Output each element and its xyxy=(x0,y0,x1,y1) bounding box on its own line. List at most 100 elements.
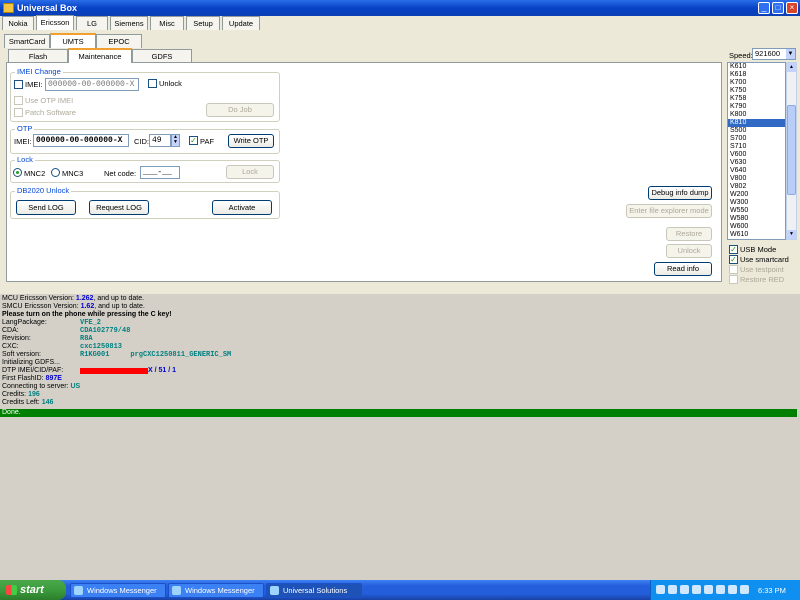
tray-icon[interactable] xyxy=(728,585,737,594)
tab-gdfs[interactable]: GDFS xyxy=(132,49,192,63)
tab-update[interactable]: Update xyxy=(222,16,260,30)
write-otp-button[interactable]: Write OTP xyxy=(228,134,274,148)
model-list-item[interactable]: W660 xyxy=(728,239,785,240)
mnc2-label: MNC2 xyxy=(24,169,46,178)
tab-lg[interactable]: LG xyxy=(76,16,108,30)
tab-maintenance[interactable]: Maintenance xyxy=(68,48,132,63)
model-list-item[interactable]: W300 xyxy=(728,199,785,207)
model-list-item[interactable]: W600 xyxy=(728,223,785,231)
model-list-item[interactable]: W550 xyxy=(728,207,785,215)
model-list-item[interactable]: K610 xyxy=(728,63,785,71)
model-list-item[interactable]: V630 xyxy=(728,159,785,167)
log-credits-left-line: Credits Left: 146 xyxy=(2,399,54,406)
otp-imei-field[interactable]: 000000-00-000000-X xyxy=(33,134,129,147)
messenger-icon xyxy=(74,586,83,595)
imei-change-input[interactable] xyxy=(45,78,139,91)
model-list-item[interactable]: K758 xyxy=(728,95,785,103)
model-list-item[interactable]: S500 xyxy=(728,127,785,135)
use-smartcard-label: Use smartcard xyxy=(740,255,789,264)
paf-checkbox[interactable]: ✓ xyxy=(189,136,198,145)
model-list-item[interactable]: K800 xyxy=(728,111,785,119)
tab-flash[interactable]: Flash xyxy=(8,49,68,63)
mnc2-radio[interactable] xyxy=(13,168,22,177)
log-otp-line: DTP IMEI/CID/PAF: X / 51 / 1 xyxy=(2,367,177,374)
log-row: Revision: R8A xyxy=(2,335,93,343)
tab-smartcard[interactable]: SmartCard xyxy=(4,34,50,48)
model-list-item[interactable]: V640 xyxy=(728,167,785,175)
send-log-button[interactable]: Send LOG xyxy=(16,200,76,215)
model-list-item[interactable]: K790 xyxy=(728,103,785,111)
file-explorer-button[interactable]: Enter file explorer mode xyxy=(626,204,712,218)
task-windows-messenger-1[interactable]: Windows Messenger xyxy=(70,583,166,598)
tray-icon[interactable] xyxy=(704,585,713,594)
tray-icon[interactable] xyxy=(692,585,701,594)
tab-siemens[interactable]: Siemens xyxy=(110,16,148,30)
tab-epoc[interactable]: EPOC xyxy=(96,34,142,48)
speed-label: Speed: xyxy=(729,51,753,60)
model-list-item[interactable]: V802 xyxy=(728,183,785,191)
net-code-label: Net code: xyxy=(104,169,137,178)
model-list-item[interactable]: S710 xyxy=(728,143,785,151)
scroll-down-icon[interactable]: ▼ xyxy=(787,230,796,239)
restore-red-checkbox[interactable] xyxy=(729,275,738,284)
scroll-up-icon[interactable]: ▲ xyxy=(787,63,796,72)
tray-icon[interactable] xyxy=(668,585,677,594)
model-list-item[interactable]: W580 xyxy=(728,215,785,223)
unlock-checkbox[interactable] xyxy=(148,79,157,88)
mnc3-radio[interactable] xyxy=(51,168,60,177)
model-list-item[interactable]: W200 xyxy=(728,191,785,199)
model-list-scrollbar[interactable]: ▲ ▼ xyxy=(786,62,797,240)
task-universal-solutions[interactable]: Universal Solutions xyxy=(266,583,362,598)
restore-button[interactable]: Restore xyxy=(666,227,712,241)
tab-ericsson[interactable]: Ericsson xyxy=(36,15,74,30)
window-title-bar[interactable]: Universal Box xyxy=(0,0,800,16)
speed-select[interactable]: 921600 ▼ xyxy=(752,48,796,60)
unlock-button[interactable]: Unlock xyxy=(666,244,712,258)
debug-info-dump-button[interactable]: Debug info dump xyxy=(648,186,712,200)
tray-icon[interactable] xyxy=(740,585,749,594)
chevron-down-icon[interactable]: ▼ xyxy=(786,49,795,59)
log-row: CDA: CDA102779/48 xyxy=(2,327,131,335)
log-panel[interactable]: MCU Ericsson Version: 1.262, and up to d… xyxy=(0,294,800,580)
log-row: CXC: cxc1250813 xyxy=(2,343,123,351)
tray-icon[interactable] xyxy=(716,585,725,594)
do-job-button[interactable]: Do Job xyxy=(206,103,274,117)
lock-button[interactable]: Lock xyxy=(226,165,274,179)
usb-mode-checkbox[interactable]: ✓ xyxy=(729,245,738,254)
scrollbar-thumb[interactable] xyxy=(787,105,796,195)
model-list-item[interactable]: K810 xyxy=(728,119,785,127)
task-windows-messenger-2[interactable]: Windows Messenger xyxy=(168,583,264,598)
cid-spinner-icon[interactable]: ▲ ▼ xyxy=(171,134,180,147)
net-code-field[interactable]: ___-__ xyxy=(140,166,180,179)
model-list-item[interactable]: W610 xyxy=(728,231,785,239)
model-list-item[interactable]: K700 xyxy=(728,79,785,87)
tray-icon[interactable] xyxy=(680,585,689,594)
credits-value: 196 xyxy=(28,391,40,398)
use-testpoint-checkbox[interactable] xyxy=(729,265,738,274)
tab-setup[interactable]: Setup xyxy=(186,16,220,30)
imei-label: IMEI: xyxy=(25,80,43,89)
model-list-item[interactable]: K618 xyxy=(728,71,785,79)
imei-change-checkbox[interactable] xyxy=(14,80,23,89)
cid-field[interactable]: 49 xyxy=(149,134,171,147)
tray-icon[interactable] xyxy=(656,585,665,594)
use-otp-imei-checkbox[interactable] xyxy=(14,96,23,105)
model-list-item[interactable]: V600 xyxy=(728,151,785,159)
tab-umts[interactable]: UMTS xyxy=(50,33,96,48)
model-list-item[interactable]: S700 xyxy=(728,135,785,143)
tab-misc[interactable]: Misc xyxy=(150,16,184,30)
read-info-button[interactable]: Read info xyxy=(654,262,712,276)
model-list-item[interactable]: V800 xyxy=(728,175,785,183)
log-smcu-line: SMCU Ericsson Version: 1.62, and up to d… xyxy=(2,303,145,310)
activate-button[interactable]: Activate xyxy=(212,200,272,215)
minimize-icon[interactable]: _ xyxy=(758,2,770,14)
tab-nokia[interactable]: Nokia xyxy=(2,16,34,30)
maximize-icon[interactable]: □ xyxy=(772,2,784,14)
use-smartcard-checkbox[interactable]: ✓ xyxy=(729,255,738,264)
patch-software-checkbox[interactable] xyxy=(14,108,23,117)
model-list-item[interactable]: K750 xyxy=(728,87,785,95)
request-log-button[interactable]: Request LOG xyxy=(89,200,149,215)
imei-change-title: IMEI Change xyxy=(15,67,63,76)
close-icon[interactable]: × xyxy=(786,2,798,14)
model-list[interactable]: K610 K618 K700 K750 K758 K790 K800 K810 S500 S700… xyxy=(727,62,786,240)
